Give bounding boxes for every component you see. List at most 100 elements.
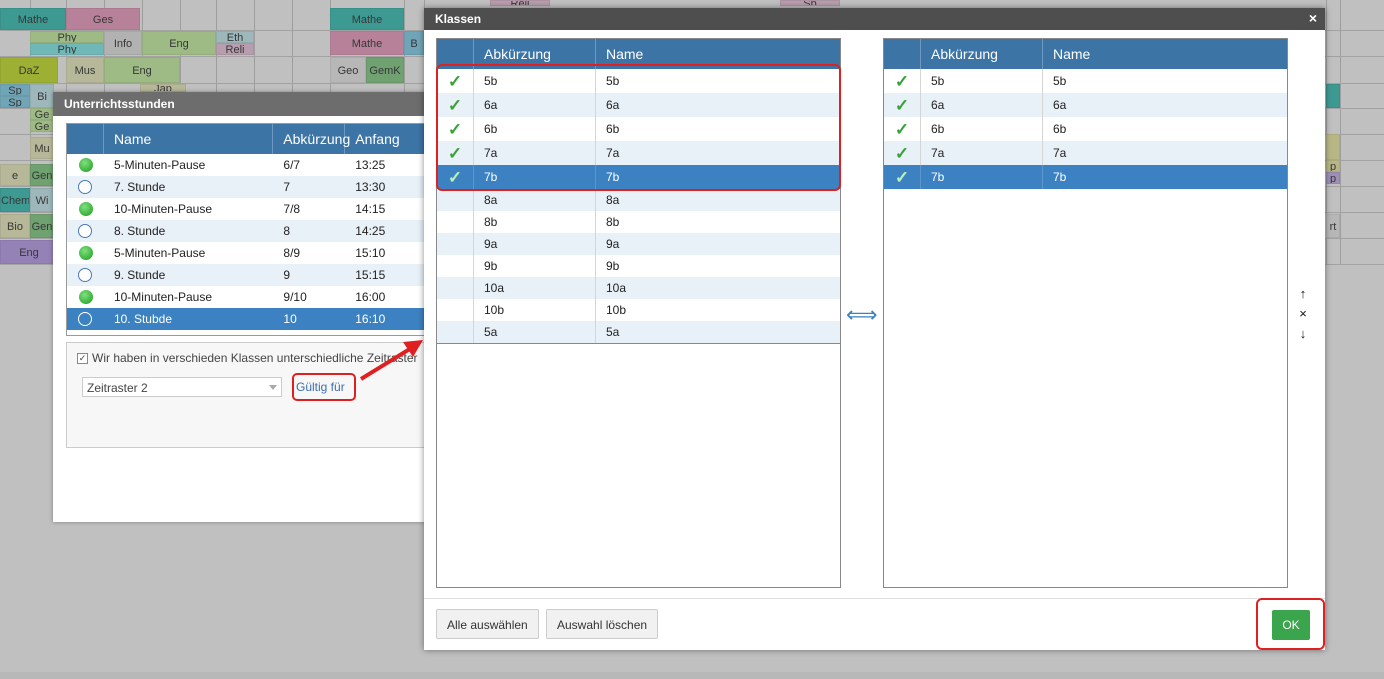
checkmark-icon: ✓ bbox=[894, 95, 910, 115]
class-row[interactable]: 9a 9a bbox=[437, 233, 840, 255]
remove-icon[interactable]: × bbox=[1296, 304, 1310, 324]
klassen-title-bar: Klassen × bbox=[424, 8, 1325, 30]
check-cell[interactable]: ✓ bbox=[437, 93, 474, 117]
clock-icon bbox=[78, 180, 93, 194]
column-header-name[interactable]: Name bbox=[104, 124, 274, 154]
cell-name: 8. Stunde bbox=[113, 224, 166, 238]
pause-icon bbox=[78, 246, 93, 260]
class-row[interactable]: ✓ 6a 6a bbox=[437, 93, 840, 117]
check-cell[interactable]: ✓ bbox=[437, 165, 474, 189]
column-header-anfang[interactable]: Anfang bbox=[345, 124, 435, 154]
class-row[interactable]: 5a 5a bbox=[437, 321, 840, 343]
class-row[interactable]: 10a 10a bbox=[437, 277, 840, 299]
class-row[interactable]: ✓ 7b 7b bbox=[437, 165, 840, 189]
pause-icon bbox=[78, 290, 93, 304]
class-row[interactable]: ✓ 7a 7a bbox=[884, 141, 1287, 165]
table-row[interactable]: 9. Stunde 9 15:15 bbox=[67, 264, 435, 286]
column-header-name[interactable]: Name bbox=[596, 39, 840, 69]
auswahl-loeschen-button[interactable]: Auswahl löschen bbox=[546, 609, 659, 639]
class-row[interactable]: 8a 8a bbox=[437, 189, 840, 211]
class-row[interactable]: ✓ 7a 7a bbox=[437, 141, 840, 165]
check-cell[interactable]: ✓ bbox=[437, 69, 474, 93]
column-header-abkuerzung[interactable]: Abkürzung bbox=[474, 39, 596, 69]
class-row[interactable]: 9b 9b bbox=[437, 255, 840, 277]
cell-abkuerzung: 7a bbox=[474, 141, 596, 165]
column-header-abk[interactable]: Abkürzung bbox=[273, 124, 350, 154]
column-header-abkuerzung[interactable]: Abkürzung bbox=[921, 39, 1043, 69]
check-cell[interactable] bbox=[437, 299, 474, 321]
cell-abkuerzung: 5b bbox=[921, 69, 1043, 93]
check-cell[interactable]: ✓ bbox=[437, 117, 474, 141]
available-grid-header: Abkürzung Name bbox=[437, 39, 840, 69]
row-icon-cell bbox=[67, 268, 104, 282]
check-cell[interactable]: ✓ bbox=[884, 141, 921, 165]
check-cell[interactable] bbox=[437, 211, 474, 233]
check-column-header bbox=[437, 39, 474, 69]
cell-anfang: 14:25 bbox=[355, 224, 386, 238]
class-row[interactable]: 10b 10b bbox=[437, 299, 840, 321]
icon-column-header bbox=[67, 124, 104, 154]
check-cell[interactable] bbox=[437, 255, 474, 277]
zeitraster-select[interactable]: Zeitraster 2 bbox=[82, 377, 282, 397]
class-row[interactable]: ✓ 5b 5b bbox=[884, 69, 1287, 93]
check-cell[interactable]: ✓ bbox=[884, 165, 921, 189]
table-row[interactable]: 10-Minuten-Pause 7/8 14:15 bbox=[67, 198, 435, 220]
table-row[interactable]: 7. Stunde 7 13:30 bbox=[67, 176, 435, 198]
table-row[interactable]: 10-Minuten-Pause 9/10 16:00 bbox=[67, 286, 435, 308]
clock-icon bbox=[78, 224, 93, 238]
row-icon-cell bbox=[67, 202, 104, 216]
grid-end-line bbox=[437, 343, 840, 344]
class-row[interactable]: ✓ 6b 6b bbox=[884, 117, 1287, 141]
class-row[interactable]: ✓ 6b 6b bbox=[437, 117, 840, 141]
move-down-icon[interactable]: ↓ bbox=[1296, 324, 1310, 344]
klassen-dialog: Klassen × Abkürzung Name ✓ 5b 5b ✓ 6a 6a ✓ 6b 6b… bbox=[424, 8, 1325, 650]
swap-arrows-icon[interactable]: ⟺ bbox=[846, 302, 878, 328]
class-row[interactable]: ✓ 7b 7b bbox=[884, 165, 1287, 189]
class-row[interactable]: ✓ 5b 5b bbox=[437, 69, 840, 93]
check-cell[interactable] bbox=[437, 189, 474, 211]
table-row[interactable]: 5-Minuten-Pause 8/9 15:10 bbox=[67, 242, 435, 264]
cell-abkuerzung: 6b bbox=[921, 117, 1043, 141]
checkmark-icon: ✓ bbox=[447, 143, 463, 163]
cell-name: 5a bbox=[606, 325, 620, 339]
selected-classes-grid: Abkürzung Name ✓ 5b 5b ✓ 6a 6a ✓ 6b 6b ✓ 7a 7a ✓ 7b 7b bbox=[883, 38, 1288, 588]
check-cell[interactable]: ✓ bbox=[884, 117, 921, 141]
gueltig-fuer-link[interactable]: Gültig für bbox=[292, 373, 356, 401]
alle-auswaehlen-button[interactable]: Alle auswählen bbox=[436, 609, 539, 639]
unterrichtsstunden-dialog: Unterrichtsstunden Name Abkürzung Anfang… bbox=[53, 92, 436, 522]
check-cell[interactable]: ✓ bbox=[437, 141, 474, 165]
row-icon-cell bbox=[67, 158, 104, 172]
cell-abk: 6/7 bbox=[283, 158, 301, 172]
cell-name: 5b bbox=[606, 74, 620, 88]
unterricht-header: Name Abkürzung Anfang bbox=[67, 124, 435, 154]
check-cell[interactable] bbox=[437, 233, 474, 255]
cell-abkuerzung: 9a bbox=[474, 233, 596, 255]
cell-name: 6a bbox=[1053, 98, 1067, 112]
cell-name: 9a bbox=[606, 237, 620, 251]
table-row[interactable]: 8. Stunde 8 14:25 bbox=[67, 220, 435, 242]
footer-divider bbox=[424, 598, 1325, 599]
check-cell[interactable]: ✓ bbox=[884, 93, 921, 117]
ok-button[interactable]: OK bbox=[1272, 610, 1310, 640]
row-icon-cell bbox=[67, 180, 104, 194]
zeitraster-checkbox[interactable]: ✓ bbox=[77, 353, 88, 365]
check-cell[interactable] bbox=[437, 321, 474, 343]
zeitraster-select-value: Zeitraster 2 bbox=[87, 381, 148, 395]
cell-name: 5b bbox=[1053, 74, 1067, 88]
cell-anfang: 13:30 bbox=[355, 180, 386, 194]
class-row[interactable]: 8b 8b bbox=[437, 211, 840, 233]
cell-name: 6b bbox=[606, 122, 620, 136]
check-cell[interactable]: ✓ bbox=[884, 69, 921, 93]
cell-name: 10b bbox=[606, 303, 627, 317]
move-up-icon[interactable]: ↑ bbox=[1296, 284, 1310, 304]
cell-abk: 8 bbox=[283, 224, 291, 238]
clock-icon bbox=[78, 268, 93, 282]
check-cell[interactable] bbox=[437, 277, 474, 299]
checkmark-icon: ✓ bbox=[447, 167, 463, 187]
close-icon[interactable]: × bbox=[1309, 10, 1317, 26]
table-row[interactable]: 5-Minuten-Pause 6/7 13:25 bbox=[67, 154, 435, 176]
red-arrow-line bbox=[359, 345, 415, 381]
class-row[interactable]: ✓ 6a 6a bbox=[884, 93, 1287, 117]
column-header-name[interactable]: Name bbox=[1043, 39, 1287, 69]
table-row[interactable]: 10. Stubde 10 16:10 bbox=[67, 308, 435, 330]
